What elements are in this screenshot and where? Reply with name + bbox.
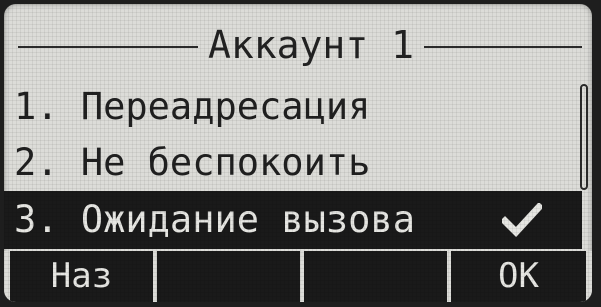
- menu-item-label: 2. Не беспокоить: [14, 141, 371, 184]
- check-icon: [502, 203, 542, 237]
- softkey-back[interactable]: Наз: [10, 251, 153, 302]
- softkey-2[interactable]: [157, 251, 300, 302]
- title-rule-right: [424, 46, 582, 48]
- lcd-screen: Аккаунт 1 1. Переадресация 2. Не беспоко…: [4, 4, 592, 302]
- scrollbar[interactable]: [580, 84, 588, 190]
- softkey-ok[interactable]: ОК: [451, 251, 586, 302]
- title-bar: Аккаунт 1: [4, 14, 592, 72]
- softkey-3[interactable]: [304, 251, 447, 302]
- menu-item-label: 1. Переадресация: [14, 85, 371, 128]
- menu-item-call-forwarding[interactable]: 1. Переадресация: [4, 79, 582, 135]
- page-title: Аккаунт 1: [208, 23, 414, 67]
- softkey-bar: Наз ОК: [4, 251, 592, 302]
- menu-item-do-not-disturb[interactable]: 2. Не беспокоить: [4, 135, 582, 191]
- title-rule-left: [18, 46, 198, 48]
- phone-bezel: Аккаунт 1 1. Переадресация 2. Не беспоко…: [0, 0, 601, 307]
- menu-item-label: 3. Ожидание вызова: [14, 198, 415, 241]
- menu-item-call-waiting[interactable]: 3. Ожидание вызова: [4, 191, 582, 249]
